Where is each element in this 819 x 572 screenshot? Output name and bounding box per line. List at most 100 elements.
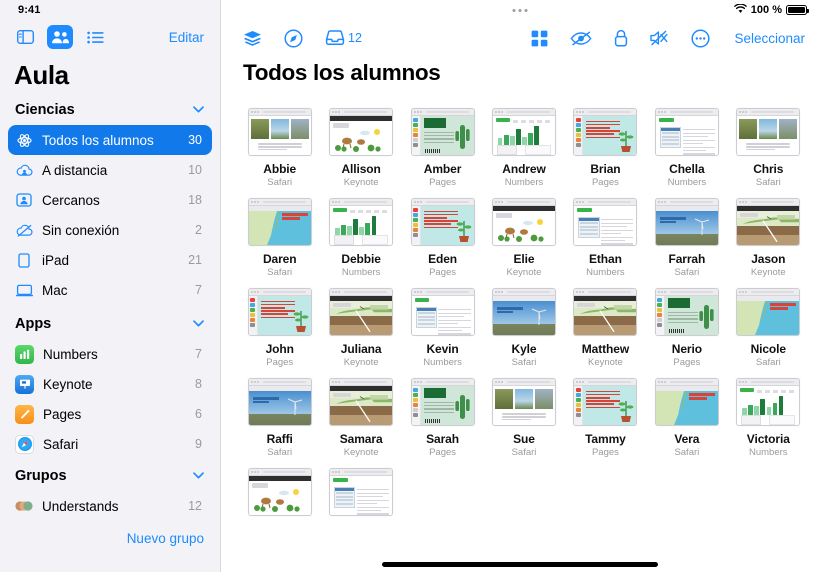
student-screen-thumbnail[interactable] <box>736 378 801 426</box>
sidebar-item-numbers[interactable]: Numbers 7 <box>8 339 212 369</box>
student-cell[interactable]: Nicole Safari <box>732 288 805 368</box>
chevron-down-icon[interactable] <box>193 318 204 330</box>
lock-icon[interactable] <box>614 29 628 47</box>
sidebar-item-cercanos[interactable]: Cercanos 18 <box>8 185 212 215</box>
student-cell[interactable]: Abbie Safari <box>243 108 316 188</box>
student-screen-thumbnail[interactable] <box>654 288 719 336</box>
student-screen-thumbnail[interactable] <box>329 198 394 246</box>
student-screen-thumbnail[interactable] <box>573 288 638 336</box>
student-screen-thumbnail[interactable] <box>247 468 312 516</box>
student-cell[interactable]: Amber Pages <box>406 108 479 188</box>
student-screen-thumbnail[interactable] <box>329 468 394 516</box>
student-cell[interactable]: Sarah Pages <box>406 378 479 458</box>
sidebar-item-safari[interactable]: Safari 9 <box>8 429 212 459</box>
student-screen-thumbnail[interactable] <box>573 108 638 156</box>
layers-icon[interactable] <box>243 30 262 47</box>
speaker-mute-icon[interactable] <box>650 30 669 46</box>
student-screen-thumbnail[interactable] <box>410 198 475 246</box>
section-header-ciencias[interactable]: Ciencias <box>0 93 220 125</box>
student-screen-thumbnail[interactable] <box>736 108 801 156</box>
select-button[interactable]: Seleccionar <box>734 31 805 46</box>
student-cell[interactable]: Daren Safari <box>243 198 316 278</box>
student-screen-thumbnail[interactable] <box>654 378 719 426</box>
student-cell[interactable]: Farrah Safari <box>650 198 723 278</box>
student-screen-thumbnail[interactable] <box>410 378 475 426</box>
student-screen-thumbnail[interactable] <box>491 288 556 336</box>
inbox-tray-icon[interactable]: 12 <box>325 30 362 46</box>
student-cell[interactable]: John Pages <box>243 288 316 368</box>
student-screen-thumbnail[interactable] <box>247 198 312 246</box>
sidebar-item-pages[interactable]: Pages 6 <box>8 399 212 429</box>
list-view-icon[interactable] <box>82 25 108 49</box>
student-screen-thumbnail[interactable] <box>491 378 556 426</box>
student-screen-thumbnail[interactable] <box>247 108 312 156</box>
student-cell[interactable]: Tammy Pages <box>569 378 642 458</box>
student-cell[interactable]: Jason Keynote <box>732 198 805 278</box>
student-screen-thumbnail[interactable] <box>654 198 719 246</box>
compass-navigate-icon[interactable] <box>284 28 303 48</box>
student-cell[interactable] <box>243 468 316 524</box>
chevron-down-icon[interactable] <box>193 470 204 482</box>
student-cell[interactable]: Eden Pages <box>406 198 479 278</box>
student-screen-thumbnail[interactable] <box>329 288 394 336</box>
sidebar-item-mac[interactable]: Mac 7 <box>8 275 212 305</box>
student-screen-thumbnail[interactable] <box>329 108 394 156</box>
student-cell[interactable]: Matthew Keynote <box>569 288 642 368</box>
student-cell[interactable]: Sue Safari <box>487 378 560 458</box>
student-cell[interactable]: Elie Keynote <box>487 198 560 278</box>
chevron-down-icon[interactable] <box>193 104 204 116</box>
student-cell[interactable]: Juliana Keynote <box>324 288 397 368</box>
student-screen-thumbnail[interactable] <box>329 378 394 426</box>
sidebar-item-sin-conexion[interactable]: Sin conexión 2 <box>8 215 212 245</box>
student-screen-thumbnail[interactable] <box>247 288 312 336</box>
student-cell[interactable]: Victoria Numbers <box>732 378 805 458</box>
student-cell[interactable]: Ethan Numbers <box>569 198 642 278</box>
student-name: Amber <box>423 162 462 176</box>
sidebar-item-todos-los-alumnos[interactable]: Todos los alumnos 30 <box>8 125 212 155</box>
multitask-handle[interactable] <box>512 8 528 12</box>
student-screen-thumbnail[interactable] <box>491 198 556 246</box>
student-cell[interactable]: Raffi Safari <box>243 378 316 458</box>
sidebar-item-ipad[interactable]: iPad 21 <box>8 245 212 275</box>
student-cell[interactable] <box>324 468 397 524</box>
sidebar-item-understands[interactable]: Understands 12 <box>8 491 212 521</box>
student-screen-thumbnail[interactable] <box>736 288 801 336</box>
student-app-label: Safari <box>511 357 537 368</box>
student-cell[interactable]: Kevin Numbers <box>406 288 479 368</box>
student-app-label: Safari <box>511 447 537 458</box>
student-screen-thumbnail[interactable] <box>736 198 801 246</box>
edit-button[interactable]: Editar <box>169 30 206 45</box>
student-cell[interactable]: Brian Pages <box>569 108 642 188</box>
sidebar-item-a-distancia[interactable]: A distancia 10 <box>8 155 212 185</box>
people-view-icon[interactable] <box>47 25 73 49</box>
student-cell[interactable]: Chris Safari <box>732 108 805 188</box>
section-header-apps[interactable]: Apps <box>0 307 220 339</box>
battery-icon <box>786 5 809 15</box>
student-cell[interactable]: Vera Safari <box>650 378 723 458</box>
sidebar-item-count: 30 <box>188 133 202 147</box>
student-cell[interactable]: Andrew Numbers <box>487 108 560 188</box>
sidebar-toggle-icon[interactable] <box>12 25 38 49</box>
sidebar-item-count: 8 <box>195 377 202 391</box>
student-cell[interactable]: Allison Keynote <box>324 108 397 188</box>
eye-slash-icon[interactable] <box>570 31 592 46</box>
page-title: Aula <box>14 60 69 90</box>
student-screen-thumbnail[interactable] <box>247 378 312 426</box>
student-cell[interactable]: Nerio Pages <box>650 288 723 368</box>
sidebar-item-keynote[interactable]: Keynote 8 <box>8 369 212 399</box>
students-grid-scroll[interactable]: Abbie Safari Allison Keynote Amber Pages Andre… <box>221 86 819 572</box>
student-cell[interactable]: Samara Keynote <box>324 378 397 458</box>
student-screen-thumbnail[interactable] <box>410 108 475 156</box>
section-header-grupos[interactable]: Grupos <box>0 459 220 491</box>
student-cell[interactable]: Chella Numbers <box>650 108 723 188</box>
student-screen-thumbnail[interactable] <box>410 288 475 336</box>
student-screen-thumbnail[interactable] <box>654 108 719 156</box>
student-screen-thumbnail[interactable] <box>573 378 638 426</box>
more-circle-icon[interactable] <box>691 28 711 48</box>
grid-layout-icon[interactable] <box>531 30 548 47</box>
student-screen-thumbnail[interactable] <box>491 108 556 156</box>
student-screen-thumbnail[interactable] <box>573 198 638 246</box>
new-group-button[interactable]: Nuevo grupo <box>0 521 220 546</box>
student-cell[interactable]: Kyle Safari <box>487 288 560 368</box>
student-cell[interactable]: Debbie Numbers <box>324 198 397 278</box>
